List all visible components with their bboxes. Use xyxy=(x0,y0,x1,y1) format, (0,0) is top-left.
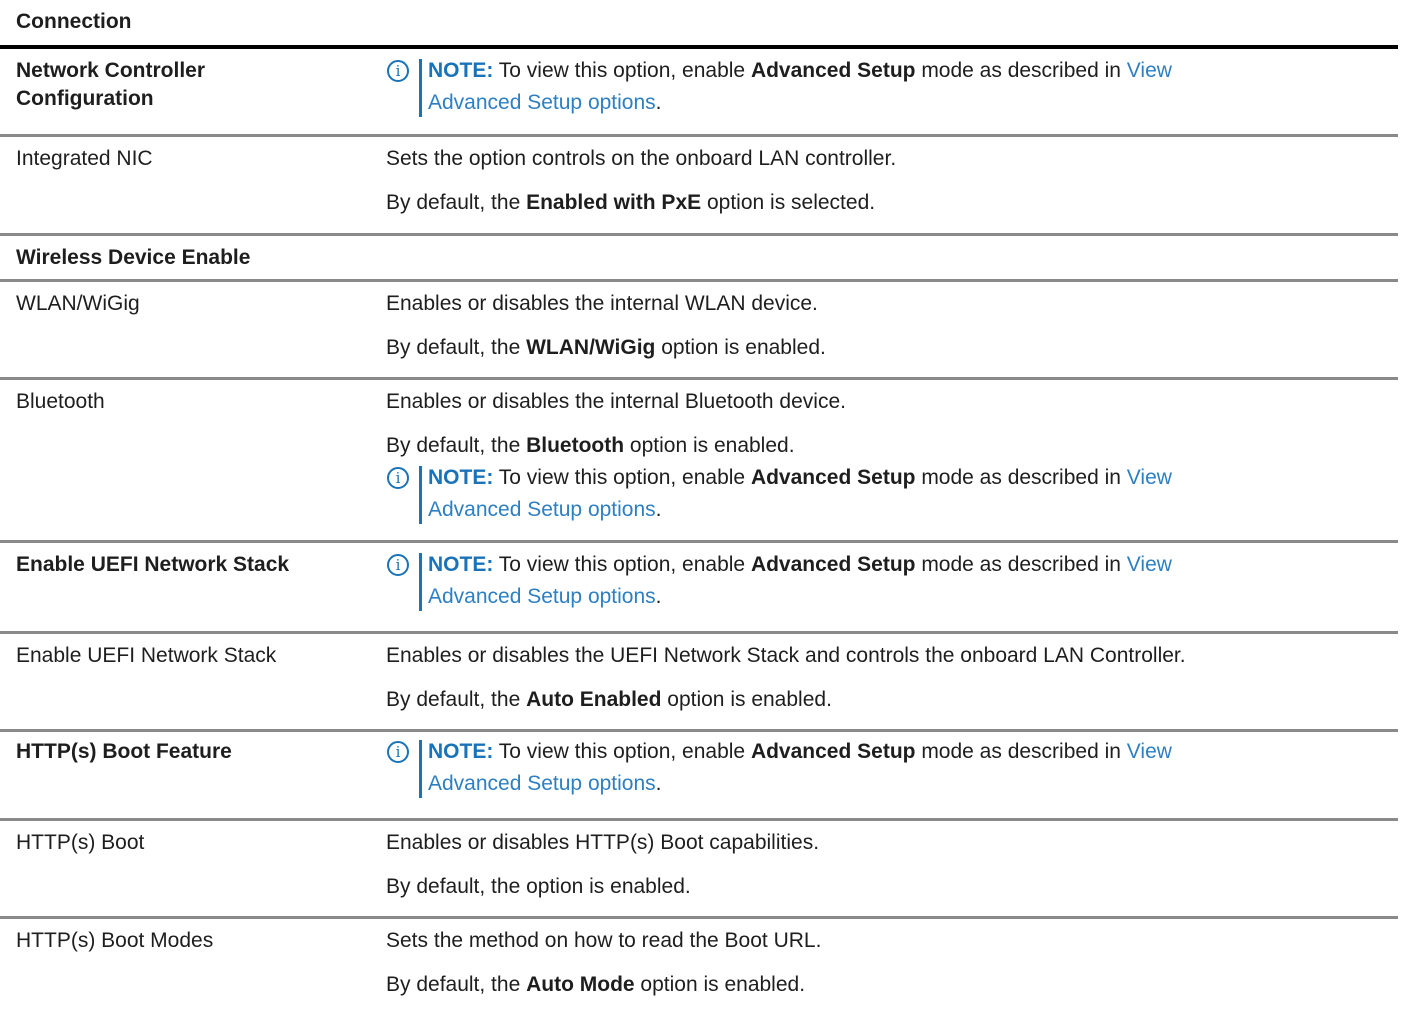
row-description: i NOTE: To view this option, enable Adva… xyxy=(386,55,1391,119)
note-divider xyxy=(419,59,422,117)
row-label: HTTP(s) Boot Feature xyxy=(16,740,232,763)
default-value-text: By default, the Enabled with PxE option … xyxy=(386,191,876,214)
table-row: HTTP(s) Boot Enables or disables HTTP(s)… xyxy=(0,821,1398,919)
row-label: Enable UEFI Network Stack xyxy=(16,644,277,667)
default-value-text: By default, the WLAN/WiGig option is ena… xyxy=(386,336,826,359)
table-header: Connection xyxy=(0,0,1398,49)
row-label: Wireless Device Enable xyxy=(16,246,251,269)
view-advanced-setup-link[interactable]: View xyxy=(1127,740,1172,763)
view-advanced-setup-link[interactable]: Advanced Setup options xyxy=(428,498,656,521)
note-box: i NOTE: To view this option, enable Adva… xyxy=(386,736,1391,800)
row-label: HTTP(s) Boot Modes xyxy=(16,929,214,952)
info-circle-icon: i xyxy=(387,741,409,763)
view-advanced-setup-link[interactable]: View xyxy=(1127,59,1172,82)
row-description: Sets the option controls on the onboard … xyxy=(386,145,1391,217)
view-advanced-setup-link[interactable]: Advanced Setup options xyxy=(428,772,656,795)
info-circle-icon: i xyxy=(387,554,409,576)
note-box: i NOTE: To view this option, enable Adva… xyxy=(386,55,1391,119)
row-description: Enables or disables the internal Bluetoo… xyxy=(386,388,1391,526)
note-divider xyxy=(419,466,422,524)
table-row: HTTP(s) Boot Modes Sets the method on ho… xyxy=(0,919,1398,1012)
row-description: Enables or disables HTTP(s) Boot capabil… xyxy=(386,829,1391,901)
row-description: Enables or disables the UEFI Network Sta… xyxy=(386,642,1391,714)
connection-settings-table: Connection Network Controller Configurat… xyxy=(0,0,1405,1012)
row-label: Integrated NIC xyxy=(16,147,153,170)
default-value-text: By default, the Auto Mode option is enab… xyxy=(386,973,806,996)
table-row: WLAN/WiGig Enables or disables the inter… xyxy=(0,282,1398,380)
table-row: Enable UEFI Network Stack i NOTE: To vie… xyxy=(0,543,1398,634)
note-label: NOTE: xyxy=(428,740,494,763)
table-row: HTTP(s) Boot Feature i NOTE: To view thi… xyxy=(0,732,1398,821)
table-row: Network Controller Configuration i NOTE:… xyxy=(0,49,1398,137)
default-value-text: By default, the option is enabled. xyxy=(386,875,691,898)
row-description: i NOTE: To view this option, enable Adva… xyxy=(386,549,1391,613)
info-circle-icon: i xyxy=(387,60,409,82)
view-advanced-setup-link[interactable]: View xyxy=(1127,553,1172,576)
note-divider xyxy=(419,553,422,611)
table-row: Bluetooth Enables or disables the intern… xyxy=(0,380,1398,543)
row-description: Enables or disables the internal WLAN de… xyxy=(386,290,1391,362)
note-box: i NOTE: To view this option, enable Adva… xyxy=(386,549,1391,613)
row-label: Enable UEFI Network Stack xyxy=(16,553,290,576)
table-row: Wireless Device Enable xyxy=(0,236,1398,282)
view-advanced-setup-link[interactable]: Advanced Setup options xyxy=(428,585,656,608)
row-description: Sets the method on how to read the Boot … xyxy=(386,927,1391,999)
note-label: NOTE: xyxy=(428,553,494,576)
default-value-text: By default, the Auto Enabled option is e… xyxy=(386,688,832,711)
row-description: i NOTE: To view this option, enable Adva… xyxy=(386,736,1391,800)
default-value-text: By default, the Bluetooth option is enab… xyxy=(386,434,795,457)
view-advanced-setup-link[interactable]: View xyxy=(1127,466,1172,489)
note-label: NOTE: xyxy=(428,59,494,82)
table-row: Enable UEFI Network Stack Enables or dis… xyxy=(0,634,1398,732)
row-label: WLAN/WiGig xyxy=(16,292,140,315)
row-label: HTTP(s) Boot xyxy=(16,831,145,854)
table-row: Integrated NIC Sets the option controls … xyxy=(0,137,1398,236)
row-label: Network Controller Configuration xyxy=(16,59,206,110)
row-label: Bluetooth xyxy=(16,390,105,413)
table-title: Connection xyxy=(16,10,132,33)
note-divider xyxy=(419,740,422,798)
info-circle-icon: i xyxy=(387,467,409,489)
note-label: NOTE: xyxy=(428,466,494,489)
view-advanced-setup-link[interactable]: Advanced Setup options xyxy=(428,91,656,114)
note-box: i NOTE: To view this option, enable Adva… xyxy=(386,462,1391,526)
